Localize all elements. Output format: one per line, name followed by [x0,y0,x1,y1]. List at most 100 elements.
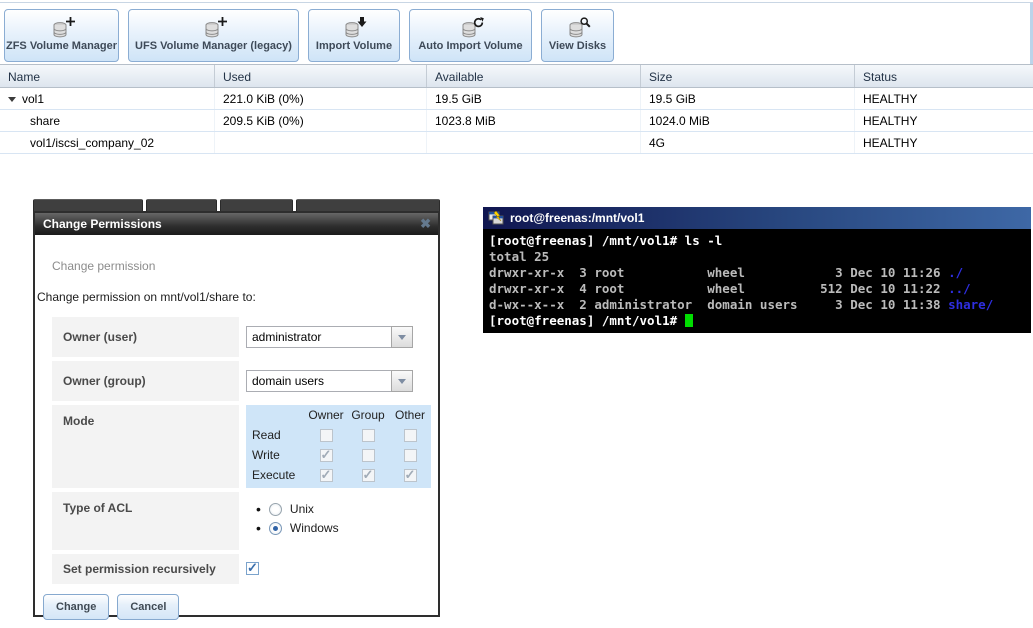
magnifier-icon [579,16,591,28]
top-divider [0,2,1033,3]
plus-icon [65,16,75,26]
read-group-checkbox[interactable] [361,428,375,442]
terminal-line: drwxr-xr-x 4 root wheel 512 Dec 10 11:22 [489,281,949,296]
terminal-line: [root@freenas] /mnt/vol1# [489,313,685,328]
view-disks-icon [568,16,591,38]
permissions-form: Owner (user) administrator Owner (group)… [52,317,438,584]
chevron-down-icon [398,334,406,340]
button-label: ZFS Volume Manager [5,39,118,52]
recursive-checkbox[interactable] [246,560,259,576]
unix-radio-label: Unix [289,502,314,516]
mode-col-owner: Owner [308,408,344,422]
mode-row-read-label: Read [252,428,281,442]
dropdown-trigger-button[interactable] [391,326,413,348]
write-other-checkbox[interactable] [403,448,417,462]
background-tab [220,199,293,211]
write-owner-checkbox[interactable] [319,447,333,463]
volume-toolbar: ZFS Volume Manager UFS Volume Manager (l… [4,9,614,62]
size-cell: 4G [641,132,855,153]
terminal-line: total 25 [489,249,550,264]
button-label: View Disks [548,39,607,52]
execute-other-checkbox[interactable] [403,467,417,483]
unix-radio[interactable] [268,502,282,516]
dialog-subtitle: Change permission [52,259,156,273]
directory-name: ./ [948,265,964,280]
mode-checkbox-panel: Owner Group Other Read Write Execute [246,405,431,488]
terminal-line: [root@freenas] /mnt/vol1# ls -l [489,233,723,248]
auto-import-volume-icon [461,16,484,38]
mode-col-other: Other [394,408,425,422]
windows-radio[interactable] [268,521,282,535]
change-button[interactable]: Change [43,594,110,620]
dialog-buttons: Change Cancel [43,594,438,620]
ufs-volume-manager-button[interactable]: UFS Volume Manager (legacy) [128,9,299,62]
directory-name: share/ [948,297,994,312]
column-header-name[interactable]: Name [0,65,215,87]
terminal-line: d-wx--x--x 2 administrator domain users … [489,297,949,312]
used-cell: 209.5 KiB (0%) [215,110,427,131]
background-tab [296,199,440,211]
import-volume-button[interactable]: Import Volume [308,9,400,62]
column-header-available[interactable]: Available [427,65,641,87]
read-other-checkbox[interactable] [403,428,417,442]
execute-group-checkbox[interactable] [361,467,375,483]
view-disks-button[interactable]: View Disks [541,9,614,62]
button-label: Import Volume [315,39,393,52]
plus-icon [217,16,227,26]
mode-label: Mode [52,405,239,488]
dialog-title-bar[interactable]: Change Permissions ✖ [35,213,438,235]
terminal-output[interactable]: [root@freenas] /mnt/vol1# ls -l total 25… [483,229,1031,333]
zfs-volume-manager-icon [52,16,75,38]
size-cell: 19.5 GiB [641,88,855,109]
table-row[interactable]: vol1 221.0 KiB (0%) 19.5 GiB 19.5 GiB HE… [0,88,1033,110]
refresh-icon [473,16,484,27]
name-cell: share [0,110,215,131]
available-cell [427,132,641,153]
column-header-status[interactable]: Status [855,65,1033,87]
change-permissions-dialog: Change Permissions ✖ Change permission C… [33,211,440,620]
owner-group-label: Owner (group) [52,361,239,401]
owner-group-select[interactable]: domain users [246,370,413,392]
button-label: UFS Volume Manager (legacy) [135,39,292,52]
mode-row-execute-label: Execute [252,468,296,482]
acl-option-unix[interactable]: • Unix [256,502,339,516]
terminal-line: drwxr-xr-x 3 root wheel 3 Dec 10 11:26 [489,265,949,280]
zfs-volume-manager-button[interactable]: ZFS Volume Manager [4,9,119,62]
cancel-button[interactable]: Cancel [117,594,180,620]
column-header-used[interactable]: Used [215,65,427,87]
acl-option-windows[interactable]: • Windows [256,521,339,535]
column-header-size[interactable]: Size [641,65,855,87]
read-owner-checkbox[interactable] [319,428,333,442]
table-header-row: Name Used Available Size Status [0,64,1033,88]
dialog-title: Change Permissions [43,217,162,231]
directory-name: ../ [948,281,971,296]
mode-col-group: Group [351,408,385,422]
button-label: Auto Import Volume [418,39,523,52]
owner-user-select[interactable]: administrator [246,326,413,348]
write-group-checkbox[interactable] [361,448,375,462]
execute-owner-checkbox[interactable] [319,467,333,483]
available-cell: 1023.8 MiB [427,110,641,131]
ufs-volume-manager-icon [204,16,227,38]
putty-icon [488,210,504,225]
windows-radio-label: Windows [289,521,339,535]
acl-type-label: Type of ACL [52,492,239,550]
dropdown-trigger-button[interactable] [391,370,413,392]
auto-import-volume-button[interactable]: Auto Import Volume [409,9,532,62]
chevron-down-icon [398,378,406,384]
terminal-title: root@freenas:/mnt/vol1 [510,211,645,225]
dialog-description: Change permission on mnt/vol1/share to: [37,290,256,304]
table-row[interactable]: vol1/iscsi_company_02 4G HEALTHY [0,132,1033,154]
background-tab [33,199,143,211]
close-icon[interactable]: ✖ [420,216,431,231]
collapse-icon[interactable] [8,97,16,102]
acl-options: • Unix • Windows [246,502,339,550]
terminal-cursor [684,314,693,327]
terminal-title-bar[interactable]: root@freenas:/mnt/vol1 [483,207,1031,229]
mode-row-write-label: Write [252,448,280,462]
table-row[interactable]: share 209.5 KiB (0%) 1023.8 MiB 1024.0 M… [0,110,1033,132]
available-cell: 19.5 GiB [427,88,641,109]
volumes-table: Name Used Available Size Status vol1 221… [0,64,1033,154]
name-cell: vol1/iscsi_company_02 [0,132,215,153]
status-cell: HEALTHY [863,92,918,106]
